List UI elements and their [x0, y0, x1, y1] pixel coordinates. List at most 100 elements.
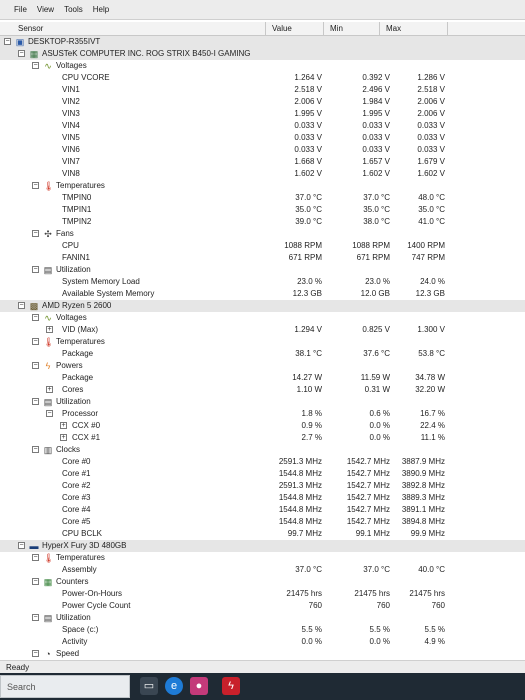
sensor-row[interactable]: Core #1 1544.8 MHz 1542.7 MHz 3890.9 MHz	[0, 468, 525, 480]
status-text: Ready	[6, 663, 30, 672]
column-divider[interactable]	[447, 22, 448, 36]
group-row[interactable]: − 🌡 Temperatures	[0, 336, 525, 348]
expand-toggle[interactable]: +	[60, 422, 67, 429]
expand-toggle[interactable]: −	[32, 314, 39, 321]
sensor-row[interactable]: VIN2 2.006 V 1.984 V 2.006 V	[0, 96, 525, 108]
sensor-row[interactable]: System Memory Load 23.0 % 23.0 % 24.0 %	[0, 276, 525, 288]
menu-file[interactable]: File	[14, 5, 27, 14]
menu-view[interactable]: View	[37, 5, 54, 14]
expand-toggle[interactable]: +	[46, 326, 53, 333]
column-min[interactable]: Min	[330, 24, 343, 33]
group-row[interactable]: − ∿ Voltages	[0, 312, 525, 324]
expand-toggle[interactable]: −	[32, 650, 39, 657]
sensor-row[interactable]: Activity 0.0 % 0.0 % 4.9 %	[0, 636, 525, 648]
expand-toggle[interactable]: −	[18, 542, 25, 549]
column-divider[interactable]	[323, 22, 324, 36]
column-divider[interactable]	[379, 22, 380, 36]
sensor-value: 1088 RPM	[284, 241, 322, 250]
expand-toggle[interactable]: −	[18, 302, 25, 309]
sensor-max: 22.4 %	[420, 421, 445, 430]
group-row[interactable]: − ϟ Powers	[0, 360, 525, 372]
expand-toggle[interactable]: −	[18, 50, 25, 57]
sensor-row[interactable]: Power-On-Hours 21475 hrs 21475 hrs 21475 hr…	[0, 588, 525, 600]
sensor-row[interactable]: FANIN1 671 RPM 671 RPM 747 RPM	[0, 252, 525, 264]
expand-toggle[interactable]: −	[32, 614, 39, 621]
root-row[interactable]: − ▣ DESKTOP-R355IVT	[0, 36, 525, 48]
edge-browser-icon[interactable]: e	[165, 677, 183, 695]
sensor-row[interactable]: TMPIN1 35.0 °C 35.0 °C 35.0 °C	[0, 204, 525, 216]
sensor-max: 12.3 GB	[415, 289, 445, 298]
column-divider[interactable]	[265, 22, 266, 36]
group-row[interactable]: − ▦ Counters	[0, 576, 525, 588]
sensor-row[interactable]: + CCX #1 2.7 % 0.0 % 11.1 %	[0, 432, 525, 444]
expand-toggle[interactable]: −	[32, 446, 39, 453]
group-row[interactable]: − ▥ Clocks	[0, 444, 525, 456]
expand-toggle[interactable]: −	[4, 38, 11, 45]
expand-toggle[interactable]: −	[32, 398, 39, 405]
expand-toggle[interactable]: +	[46, 386, 53, 393]
group-row[interactable]: − ✣ Fans	[0, 228, 525, 240]
sensor-row[interactable]: VIN5 0.033 V 0.033 V 0.033 V	[0, 132, 525, 144]
group-row[interactable]: − ◔ Speed	[0, 648, 525, 660]
sensor-row[interactable]: + CCX #0 0.9 % 0.0 % 22.4 %	[0, 420, 525, 432]
sensor-row[interactable]: Core #0 2591.3 MHz 1542.7 MHz 3887.9 MHz	[0, 456, 525, 468]
sensor-row[interactable]: TMPIN2 39.0 °C 38.0 °C 41.0 °C	[0, 216, 525, 228]
sensor-row[interactable]: Core #5 1544.8 MHz 1542.7 MHz 3894.8 MHz	[0, 516, 525, 528]
sensor-row[interactable]: Power Cycle Count 760 760 760	[0, 600, 525, 612]
sensor-row[interactable]: CPU BCLK 99.7 MHz 99.1 MHz 99.9 MHz	[0, 528, 525, 540]
sensor-max: 0.033 V	[417, 121, 445, 130]
group-row[interactable]: − ∿ Voltages	[0, 60, 525, 72]
device-row[interactable]: − ▩ AMD Ryzen 5 2600	[0, 300, 525, 312]
expand-toggle[interactable]: −	[32, 182, 39, 189]
app-icon[interactable]: ●	[190, 677, 208, 695]
sensor-label: Temperatures	[56, 181, 105, 190]
sensor-row[interactable]: TMPIN0 37.0 °C 37.0 °C 48.0 °C	[0, 192, 525, 204]
sensor-row[interactable]: Assembly 37.0 °C 37.0 °C 40.0 °C	[0, 564, 525, 576]
sensor-row[interactable]: + VID (Max) 1.294 V 0.825 V 1.300 V	[0, 324, 525, 336]
sensor-row[interactable]: Available System Memory 12.3 GB 12.0 GB 12.…	[0, 288, 525, 300]
sensor-row[interactable]: CPU VCORE 1.264 V 0.392 V 1.286 V	[0, 72, 525, 84]
sensor-row[interactable]: VIN7 1.668 V 1.657 V 1.679 V	[0, 156, 525, 168]
sensor-row[interactable]: − Processor 1.8 % 0.6 % 16.7 %	[0, 408, 525, 420]
sensor-row[interactable]: CPU 1088 RPM 1088 RPM 1400 RPM	[0, 240, 525, 252]
expand-toggle[interactable]: +	[60, 434, 67, 441]
expand-toggle[interactable]: −	[32, 362, 39, 369]
group-row[interactable]: − 🌡 Temperatures	[0, 552, 525, 564]
device-row[interactable]: − ▬ HyperX Fury 3D 480GB	[0, 540, 525, 552]
expand-toggle[interactable]: −	[32, 230, 39, 237]
expand-toggle[interactable]: −	[32, 578, 39, 585]
sensor-tree[interactable]: − ▣ DESKTOP-R355IVT − ▦ ASUSTeK COMPUTER INC.…	[0, 36, 525, 660]
sensor-row[interactable]: Package 38.1 °C 37.6 °C 53.8 °C	[0, 348, 525, 360]
group-row[interactable]: − ▤ Utilization	[0, 396, 525, 408]
sensor-row[interactable]: VIN3 1.995 V 1.995 V 2.006 V	[0, 108, 525, 120]
sensor-row[interactable]: Space (c:) 5.5 % 5.5 % 5.5 %	[0, 624, 525, 636]
expand-toggle[interactable]: −	[32, 338, 39, 345]
sensor-row[interactable]: Core #3 1544.8 MHz 1542.7 MHz 3889.3 MHz	[0, 492, 525, 504]
sensor-row[interactable]: VIN8 1.602 V 1.602 V 1.602 V	[0, 168, 525, 180]
power-app-icon[interactable]: ϟ	[222, 677, 240, 695]
sensor-row[interactable]: VIN1 2.518 V 2.496 V 2.518 V	[0, 84, 525, 96]
group-row[interactable]: − ▤ Utilization	[0, 612, 525, 624]
menu-tools[interactable]: Tools	[64, 5, 83, 14]
device-row[interactable]: − ▦ ASUSTeK COMPUTER INC. ROG STRIX B450-I…	[0, 48, 525, 60]
expand-toggle[interactable]: −	[32, 62, 39, 69]
group-row[interactable]: − ▤ Utilization	[0, 264, 525, 276]
task-view-icon[interactable]: ▭	[140, 677, 158, 695]
expand-toggle[interactable]: −	[32, 266, 39, 273]
sensor-label: Clocks	[56, 445, 81, 454]
menu-help[interactable]: Help	[93, 5, 109, 14]
expand-toggle[interactable]: −	[32, 554, 39, 561]
sensor-row[interactable]: Package 14.27 W 11.59 W 34.78 W	[0, 372, 525, 384]
expand-toggle[interactable]: −	[46, 410, 53, 417]
group-row[interactable]: − 🌡 Temperatures	[0, 180, 525, 192]
sensor-row[interactable]: VIN4 0.033 V 0.033 V 0.033 V	[0, 120, 525, 132]
column-value[interactable]: Value	[272, 24, 292, 33]
sensor-row[interactable]: Core #4 1544.8 MHz 1542.7 MHz 3891.1 MHz	[0, 504, 525, 516]
taskbar-search[interactable]: Search	[0, 675, 130, 698]
column-sensor[interactable]: Sensor	[18, 24, 43, 33]
column-max[interactable]: Max	[386, 24, 401, 33]
sensor-row[interactable]: Core #2 2591.3 MHz 1542.7 MHz 3892.8 MHz	[0, 480, 525, 492]
column-header: Sensor Value Min Max	[0, 22, 525, 36]
sensor-row[interactable]: VIN6 0.033 V 0.033 V 0.033 V	[0, 144, 525, 156]
sensor-row[interactable]: + Cores 1.10 W 0.31 W 32.20 W	[0, 384, 525, 396]
